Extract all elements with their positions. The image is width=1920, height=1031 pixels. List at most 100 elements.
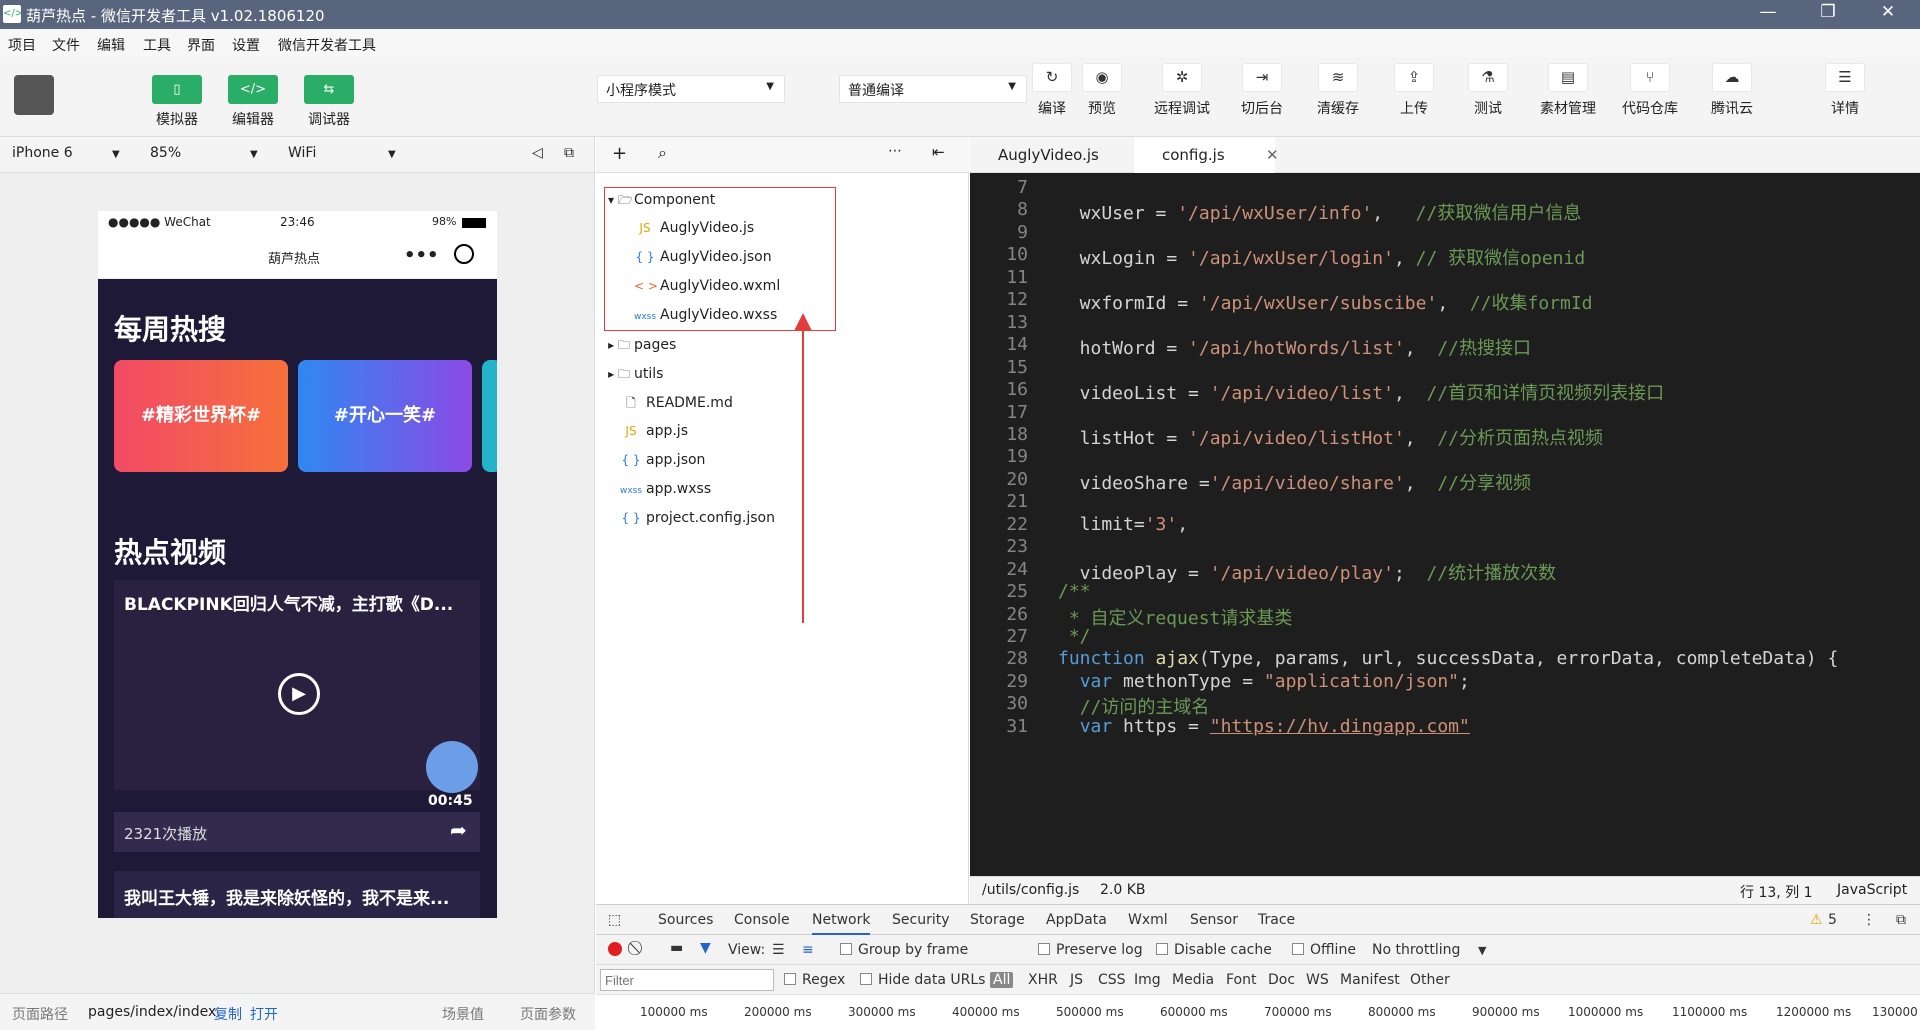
mute-icon[interactable]: ◁ (532, 145, 543, 161)
type-img[interactable]: Img (1134, 972, 1161, 988)
tree-item-app-json[interactable]: { } app.json (620, 452, 705, 468)
tab-config-js[interactable]: config.js ✕ (1134, 137, 1279, 173)
tab-security[interactable]: Security (892, 912, 950, 928)
simulator-toggle-icon[interactable]: ▯ (152, 75, 202, 104)
code-line[interactable]: videoPlay = '/api/video/play'; //统计播放次数 (1058, 559, 1556, 585)
close-miniprogram-icon[interactable] (454, 244, 474, 264)
debugger-toggle-icon[interactable]: ⇆ (304, 75, 354, 104)
code-line[interactable]: limit='3', (1058, 514, 1188, 535)
warning-count[interactable]: 5 (1828, 912, 1837, 928)
tab-storage[interactable]: Storage (970, 912, 1025, 928)
minimize-button[interactable]: — (1748, 2, 1788, 22)
code-line[interactable]: * 自定义request请求基类 (1058, 604, 1293, 630)
type-ws[interactable]: WS (1306, 972, 1329, 988)
type-css[interactable]: CSS (1098, 972, 1126, 988)
preserve-log-checkbox[interactable]: Preserve log (1038, 942, 1143, 958)
code-line[interactable]: videoList = '/api/video/list', //首页和详情页视… (1058, 379, 1664, 405)
dock-icon[interactable]: ⧉ (1896, 912, 1906, 928)
tree-item-utils[interactable]: ▸ 🗀 utils (608, 365, 663, 386)
popout-icon[interactable]: ⧉ (564, 145, 574, 161)
share-icon[interactable]: ➦ (450, 818, 467, 842)
code-line[interactable]: hotWord = '/api/hotWords/list', //热搜接口 (1058, 334, 1531, 360)
hot-card-2[interactable]: #开心一笑# (298, 360, 472, 472)
menu-view[interactable]: 界面 (187, 35, 215, 55)
preview-button[interactable]: ◉ 预览 (1062, 63, 1142, 118)
code-line[interactable]: wxformId = '/api/wxUser/subscibe', //收集f… (1058, 289, 1593, 315)
collapse-icon[interactable]: ⇤ (932, 143, 945, 161)
code-line[interactable]: function ajax(Type, params, url, success… (1058, 648, 1838, 669)
menu-project[interactable]: 项目 (8, 35, 36, 55)
regex-checkbox[interactable]: Regex (784, 972, 845, 988)
tencent-cloud-button[interactable]: ☁ 腾讯云 (1692, 63, 1772, 118)
type-font[interactable]: Font (1226, 972, 1256, 988)
hot-card-3[interactable] (482, 360, 497, 472)
code-line[interactable]: listHot = '/api/video/listHot', //分析页面热点… (1058, 424, 1603, 450)
editor-toggle-icon[interactable]: </> (228, 75, 278, 104)
tab-auglyvideo-js[interactable]: AuglyVideo.js (970, 137, 1127, 173)
restore-button[interactable]: ❐ (1808, 2, 1848, 22)
menu-tools[interactable]: 工具 (143, 35, 171, 55)
zoom-select[interactable]: 85% (150, 145, 181, 161)
test-button[interactable]: ⚗ 测试 (1448, 63, 1528, 118)
type-doc[interactable]: Doc (1268, 972, 1295, 988)
language-mode[interactable]: JavaScript (1837, 882, 1907, 898)
play-icon[interactable]: ▶ (278, 673, 320, 715)
group-by-frame-checkbox[interactable]: Group by frame (840, 942, 968, 958)
tree-item-pages[interactable]: ▸ 🗀 pages (608, 336, 676, 357)
camera-icon[interactable]: ▬ (670, 940, 683, 956)
tree-item-app-js[interactable]: JS app.js (620, 423, 688, 439)
compile-mode-select[interactable]: 普通编译 ▼ (839, 75, 1027, 103)
type-manifest[interactable]: Manifest (1340, 972, 1400, 988)
tab-network[interactable]: Network (812, 912, 871, 935)
throttling-select[interactable]: No throttling (1372, 942, 1460, 958)
type-xhr[interactable]: XHR (1028, 972, 1058, 988)
offline-checkbox[interactable]: Offline (1292, 942, 1356, 958)
repo-button[interactable]: ⑂ 代码仓库 (1610, 63, 1690, 118)
hide-data-urls-checkbox[interactable]: Hide data URLs (860, 972, 985, 988)
mode-select[interactable]: 小程序模式 ▼ (597, 75, 785, 103)
waterfall-icon[interactable]: ≡ (802, 942, 814, 958)
code-line[interactable]: var https = "https://hv.dingapp.com" (1058, 716, 1470, 737)
menu-settings[interactable]: 设置 (232, 35, 260, 55)
tab-appdata[interactable]: AppData (1046, 912, 1107, 928)
gift-icon[interactable] (426, 741, 478, 793)
type-other[interactable]: Other (1410, 972, 1450, 988)
tree-item-app-wxss[interactable]: wxss app.wxss (620, 481, 711, 497)
more-icon[interactable]: ⋮ (1862, 912, 1876, 928)
search-icon[interactable]: ⌕ (658, 143, 667, 163)
menu-edit[interactable]: 编辑 (97, 35, 125, 55)
type-media[interactable]: Media (1172, 972, 1214, 988)
code-line[interactable]: wxUser = '/api/wxUser/info', //获取微信用户信息 (1058, 199, 1582, 225)
avatar[interactable] (14, 75, 54, 115)
upload-button[interactable]: ⇪ 上传 (1374, 63, 1454, 118)
filter-input[interactable] (600, 969, 774, 991)
hot-card-1[interactable]: #精彩世界杯# (114, 360, 288, 472)
code-line[interactable]: /** (1058, 581, 1091, 602)
code-line[interactable]: var methonType = "application/json"; (1058, 671, 1470, 692)
tab-sources[interactable]: Sources (658, 912, 713, 928)
background-button[interactable]: ⇥ 切后台 (1222, 63, 1302, 118)
type-all[interactable]: All (990, 972, 1014, 988)
close-icon[interactable]: ✕ (1266, 137, 1279, 173)
clear-cache-button[interactable]: ≋ 清缓存 (1298, 63, 1378, 118)
copy-link[interactable]: 复制 (214, 1004, 242, 1024)
details-button[interactable]: ☰ 详情 (1805, 63, 1885, 118)
code-line[interactable]: */ (1058, 626, 1091, 647)
remote-debug-button[interactable]: ✲ 远程调试 (1142, 63, 1222, 118)
menu-wechat-devtools[interactable]: 微信开发者工具 (278, 35, 376, 55)
tab-wxml[interactable]: Wxml (1128, 912, 1168, 928)
open-link[interactable]: 打开 (250, 1004, 278, 1024)
tree-item-readme[interactable]: 🗋 README.md (620, 394, 733, 415)
record-icon[interactable] (608, 942, 622, 956)
list-view-icon[interactable]: ☰ (772, 942, 785, 958)
add-icon[interactable]: + (612, 143, 627, 164)
page-params-button[interactable]: 页面参数 (520, 1004, 576, 1024)
inspect-icon[interactable]: ⬚ (608, 912, 621, 928)
type-js[interactable]: JS (1070, 972, 1083, 988)
tab-sensor[interactable]: Sensor (1190, 912, 1238, 928)
filter-icon[interactable]: ▼ (700, 940, 711, 956)
disable-cache-checkbox[interactable]: Disable cache (1156, 942, 1272, 958)
tab-console[interactable]: Console (734, 912, 790, 928)
network-select[interactable]: WiFi (288, 145, 316, 161)
code-editor[interactable]: 78 wxUser = '/api/wxUser/info', //获取微信用户… (970, 173, 1920, 876)
